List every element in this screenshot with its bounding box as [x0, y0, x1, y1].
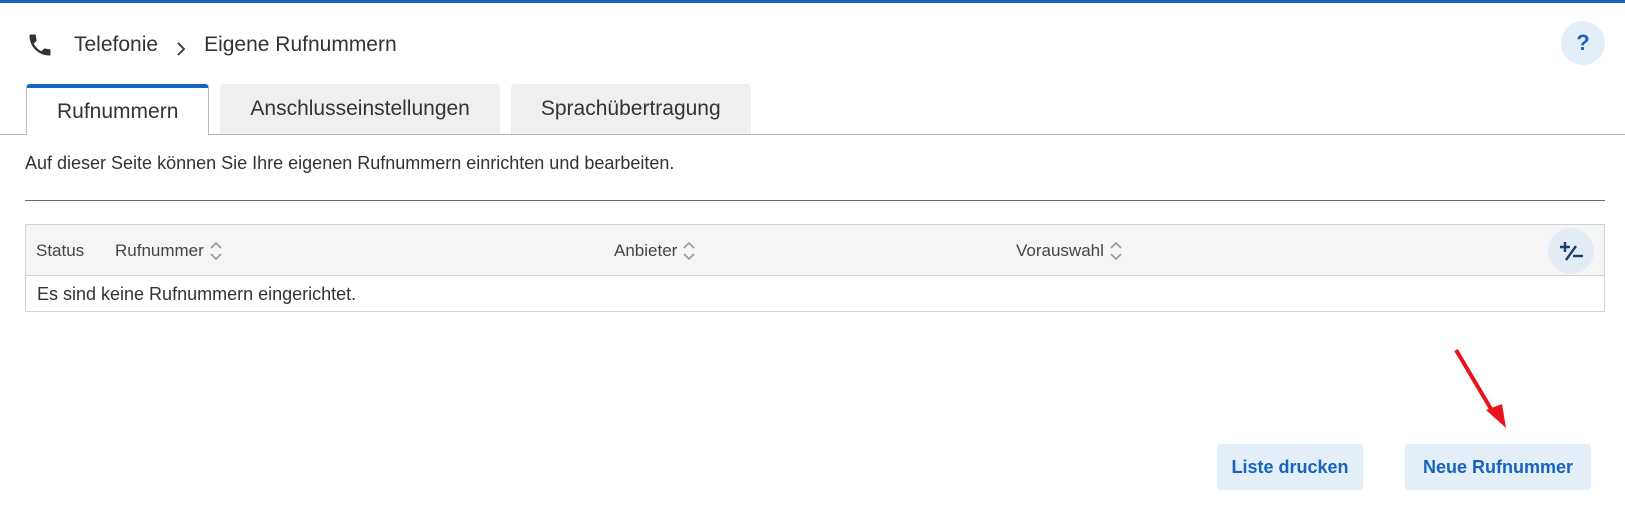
print-list-button[interactable]: Liste drucken: [1217, 444, 1363, 490]
tab-bar: Rufnummern Anschlusseinstellungen Sprach…: [26, 84, 762, 135]
new-number-button[interactable]: Neue Rufnummer: [1405, 444, 1591, 490]
tab-sprachuebertragung[interactable]: Sprachübertragung: [510, 84, 751, 134]
help-button[interactable]: ?: [1561, 21, 1605, 65]
section-divider: [25, 200, 1605, 201]
page-description: Auf dieser Seite können Sie Ihre eigenen…: [25, 153, 675, 173]
plus-minus-icon[interactable]: [1548, 228, 1594, 274]
column-anbieter-label: Anbieter: [614, 240, 678, 260]
breadcrumb-section[interactable]: Telefonie: [74, 33, 158, 57]
empty-table-message: Es sind keine Rufnummern eingerichtet.: [37, 283, 357, 304]
column-rufnummer-label: Rufnummer: [115, 240, 204, 260]
sort-icon[interactable]: [1109, 240, 1123, 262]
column-vorauswahl[interactable]: Vorauswahl: [1016, 225, 1123, 276]
breadcrumb-current-page: Eigene Rufnummern: [204, 33, 397, 56]
tab-rufnummern[interactable]: Rufnummern: [26, 84, 210, 135]
sort-icon[interactable]: [209, 240, 223, 262]
numbers-table: Status Rufnummer Anbieter Vorauswahl Es …: [25, 224, 1605, 312]
table-header: Status Rufnummer Anbieter Vorauswahl: [26, 225, 1604, 276]
column-status: Status: [36, 225, 84, 276]
top-accent-line: [0, 0, 1625, 3]
sort-icon[interactable]: [682, 240, 696, 262]
column-rufnummer[interactable]: Rufnummer: [115, 225, 223, 276]
chevron-right-icon: [174, 38, 188, 56]
column-status-label: Status: [36, 240, 85, 260]
column-anbieter[interactable]: Anbieter: [614, 225, 696, 276]
column-vorauswahl-label: Vorauswahl: [1016, 240, 1104, 260]
phone-icon: [26, 31, 54, 59]
tabs-divider: [0, 134, 1625, 135]
red-arrow-annotation: [1454, 348, 1506, 428]
tab-anschlusseinstellungen[interactable]: Anschlusseinstellungen: [220, 84, 500, 134]
breadcrumb: Telefonie Eigene Rufnummern: [26, 28, 397, 62]
